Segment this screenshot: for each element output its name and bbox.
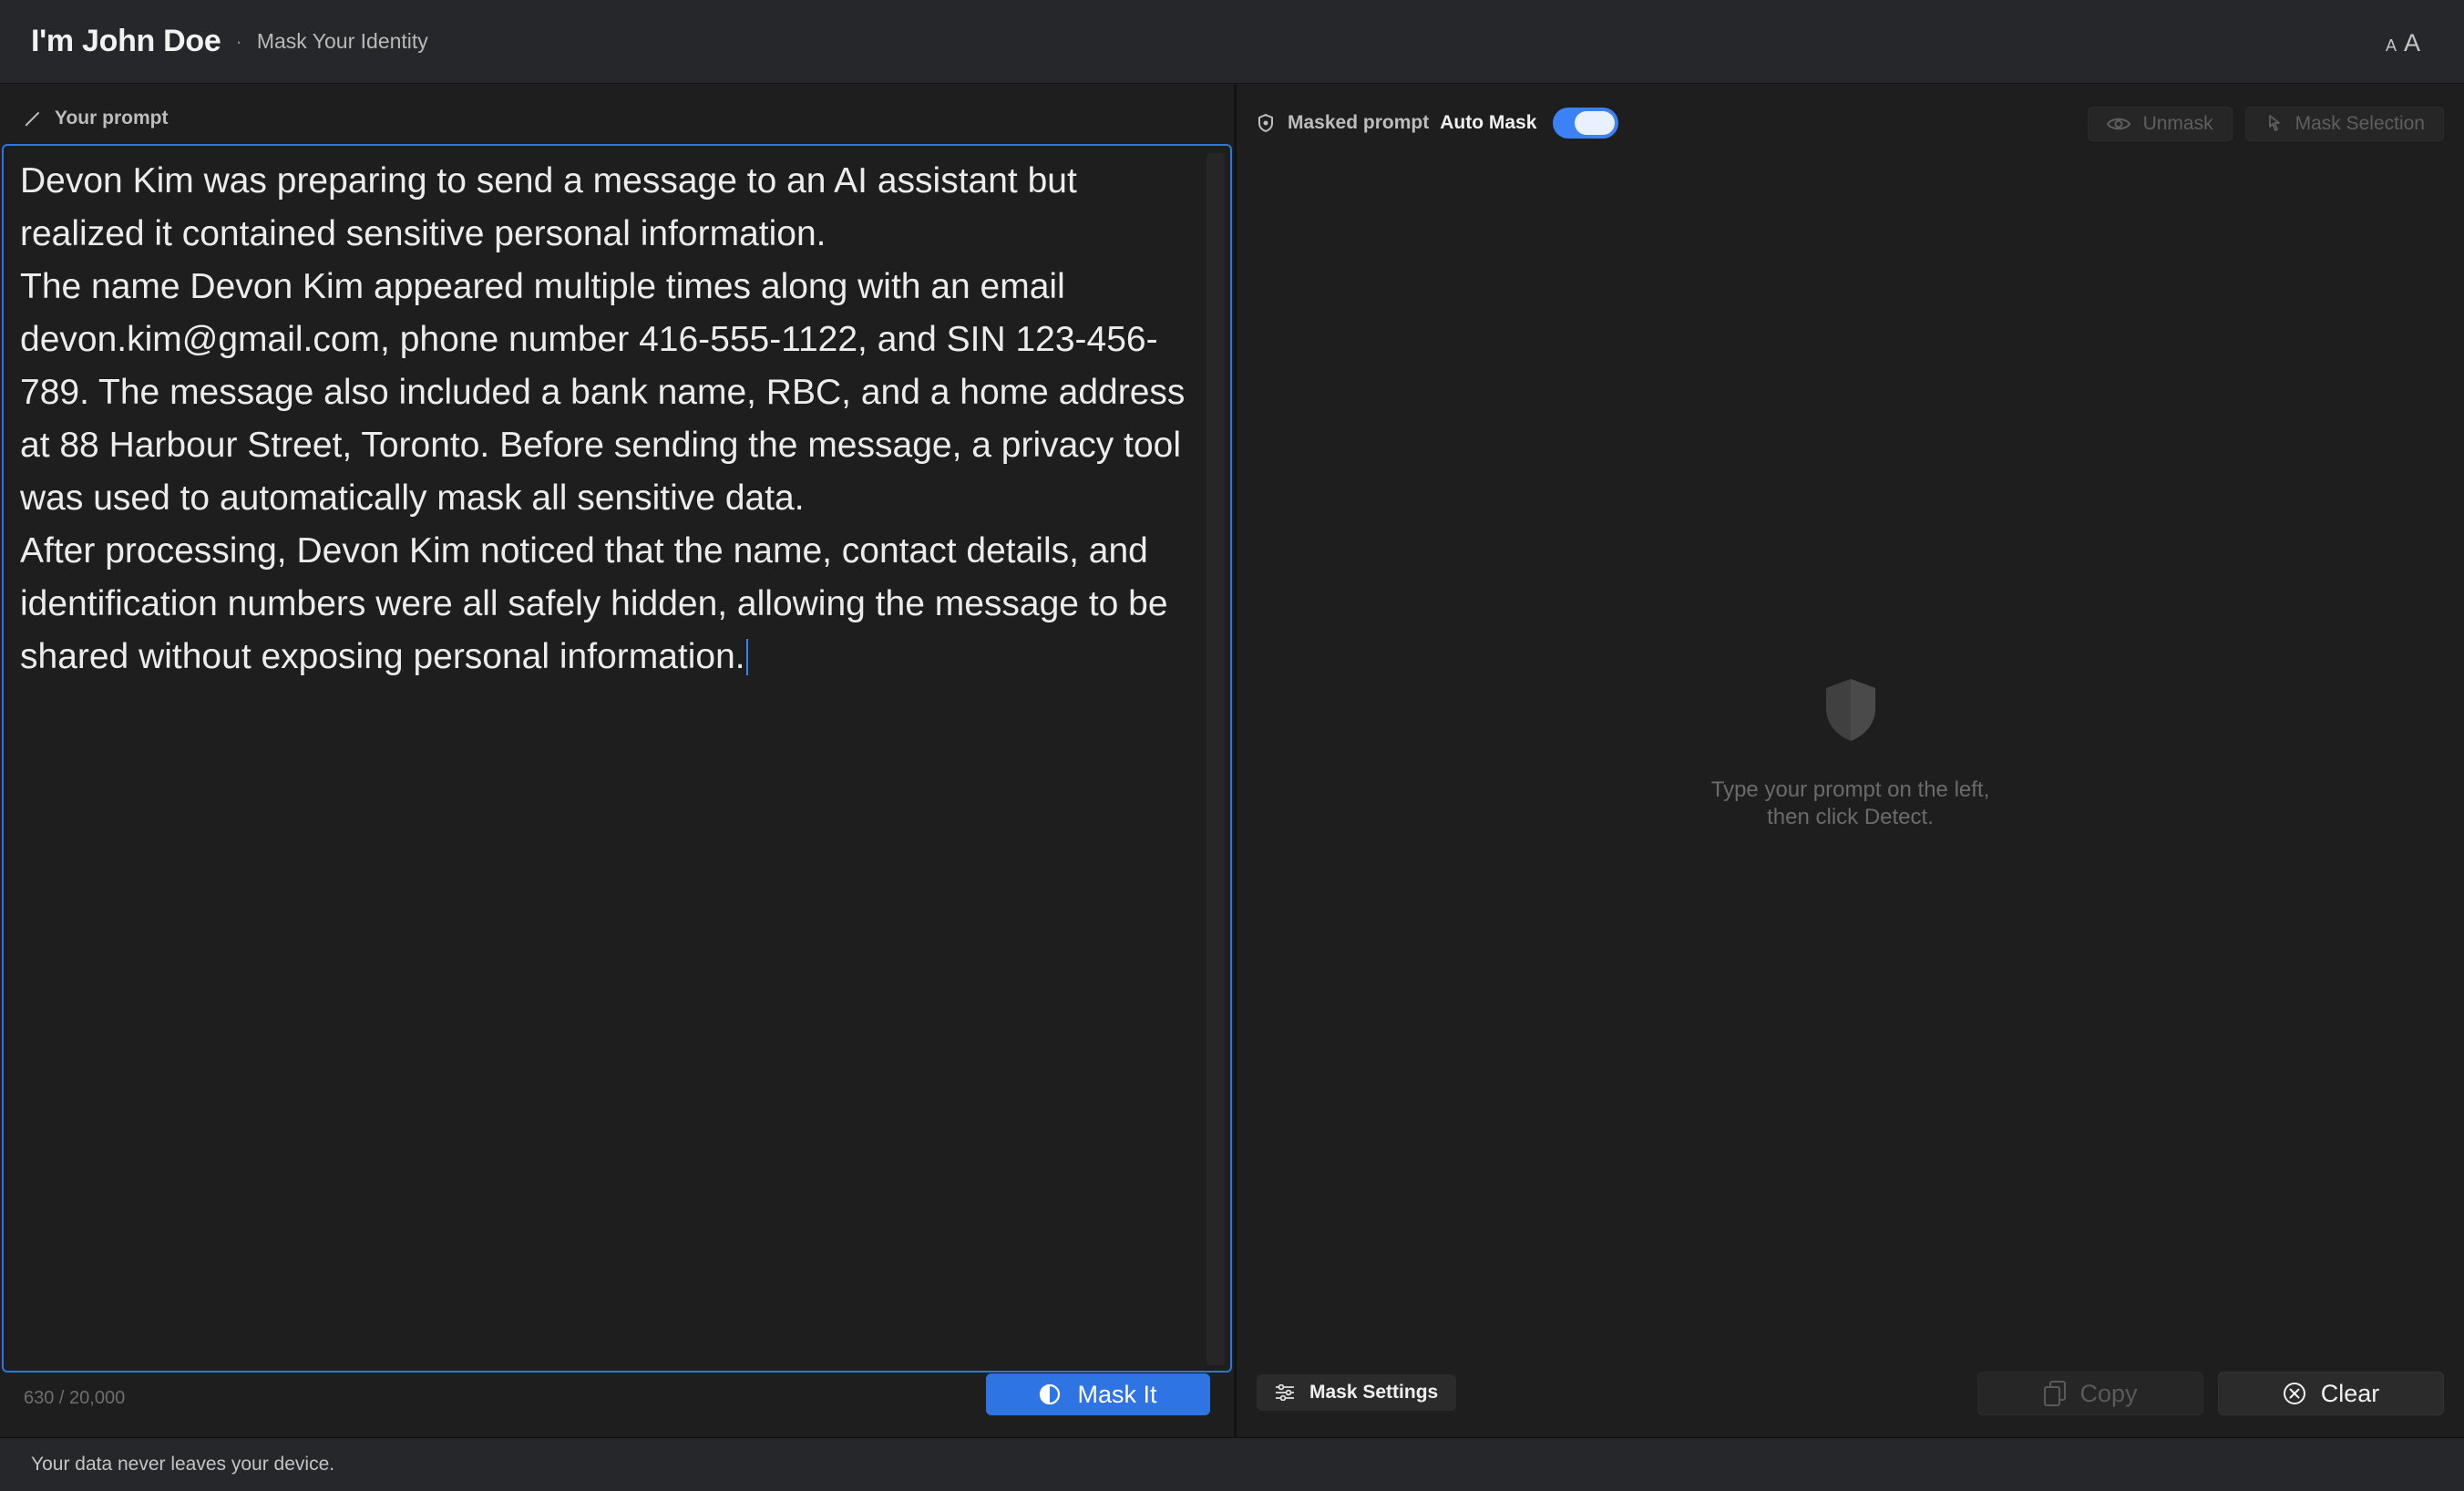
decrease-font-button[interactable]: A <box>2386 36 2397 56</box>
clear-button[interactable]: Clear <box>2218 1372 2444 1415</box>
empty-state-line: Type your prompt on the left, <box>1710 777 1990 802</box>
mask-settings-label: Mask Settings <box>1309 1382 1439 1403</box>
app-subtitle: Mask Your Identity <box>256 29 428 53</box>
shield-icon <box>1237 677 2464 747</box>
masked-prompt-label: Masked prompt <box>1288 112 1430 133</box>
close-circle-icon <box>2283 1382 2306 1405</box>
header: I'm John Doe · Mask Your Identity A A <box>0 0 2464 84</box>
prompt-input[interactable]: Devon Kim was preparing to send a messag… <box>2 144 1232 1373</box>
prompt-scrollbar[interactable] <box>1206 153 1225 1365</box>
mask-selection-button[interactable]: Mask Selection <box>2244 107 2444 141</box>
half-shield-icon <box>1039 1383 1061 1406</box>
cursor-mask-icon <box>2264 114 2283 134</box>
eye-icon <box>2106 116 2130 132</box>
prompt-paragraph: Devon Kim was preparing to send a messag… <box>20 161 1077 253</box>
privacy-notice: Your data never leaves your device. <box>31 1454 335 1475</box>
prompt-pane: Your prompt Devon Kim was preparing to s… <box>0 85 1234 1437</box>
copy-button[interactable]: Copy <box>1977 1372 2203 1415</box>
masked-header: Masked prompt Auto Mask <box>1257 105 1619 141</box>
prompt-paragraph: The name Devon Kim appeared multiple tim… <box>20 267 1186 518</box>
auto-mask-label: Auto Mask <box>1440 112 1537 133</box>
toggle-knob <box>1575 111 1616 135</box>
masked-pane: Masked prompt Auto Mask Unmask Mask Sele… <box>1237 85 2464 1437</box>
font-size-control[interactable]: A A <box>2386 29 2420 57</box>
app-title: I'm John Doe <box>31 24 221 58</box>
copy-label: Copy <box>2079 1379 2138 1407</box>
prompt-paragraph: After processing, Devon Kim noticed that… <box>20 525 1196 684</box>
mask-settings-button[interactable]: Mask Settings <box>1257 1374 1457 1411</box>
pencil-icon <box>24 109 42 128</box>
title-separator: · <box>235 29 242 53</box>
copy-icon <box>2043 1380 2067 1407</box>
prompt-text[interactable]: Devon Kim was preparing to send a messag… <box>20 155 1196 684</box>
clear-label: Clear <box>2320 1379 2380 1407</box>
unmask-button[interactable]: Unmask <box>2087 107 2233 141</box>
empty-state-line: then click Detect. <box>1767 805 1934 829</box>
increase-font-button[interactable]: A <box>2404 29 2420 57</box>
masked-actions: Unmask Mask Selection <box>2087 107 2444 141</box>
mask-it-button[interactable]: Mask It <box>986 1373 1210 1415</box>
text-caret <box>745 639 748 675</box>
prompt-paragraph-text: After processing, Devon Kim noticed that… <box>20 531 1168 676</box>
auto-mask-toggle[interactable] <box>1553 108 1619 139</box>
unmask-label: Unmask <box>2142 113 2213 134</box>
prompt-label: Your prompt <box>55 108 169 129</box>
footer: Your data never leaves your device. <box>0 1437 2464 1491</box>
mask-it-label: Mask It <box>1077 1380 1157 1408</box>
sliders-icon <box>1275 1384 1295 1401</box>
mask-selection-label: Mask Selection <box>2295 113 2425 134</box>
app-window: I'm John Doe · Mask Your Identity A A Yo… <box>0 0 2464 1491</box>
prompt-label-row: Your prompt <box>24 105 168 132</box>
shield-icon <box>1257 113 1275 133</box>
char-count: 630 / 20,000 <box>24 1388 126 1408</box>
empty-state: Type your prompt on the left, then click… <box>1237 677 2464 831</box>
